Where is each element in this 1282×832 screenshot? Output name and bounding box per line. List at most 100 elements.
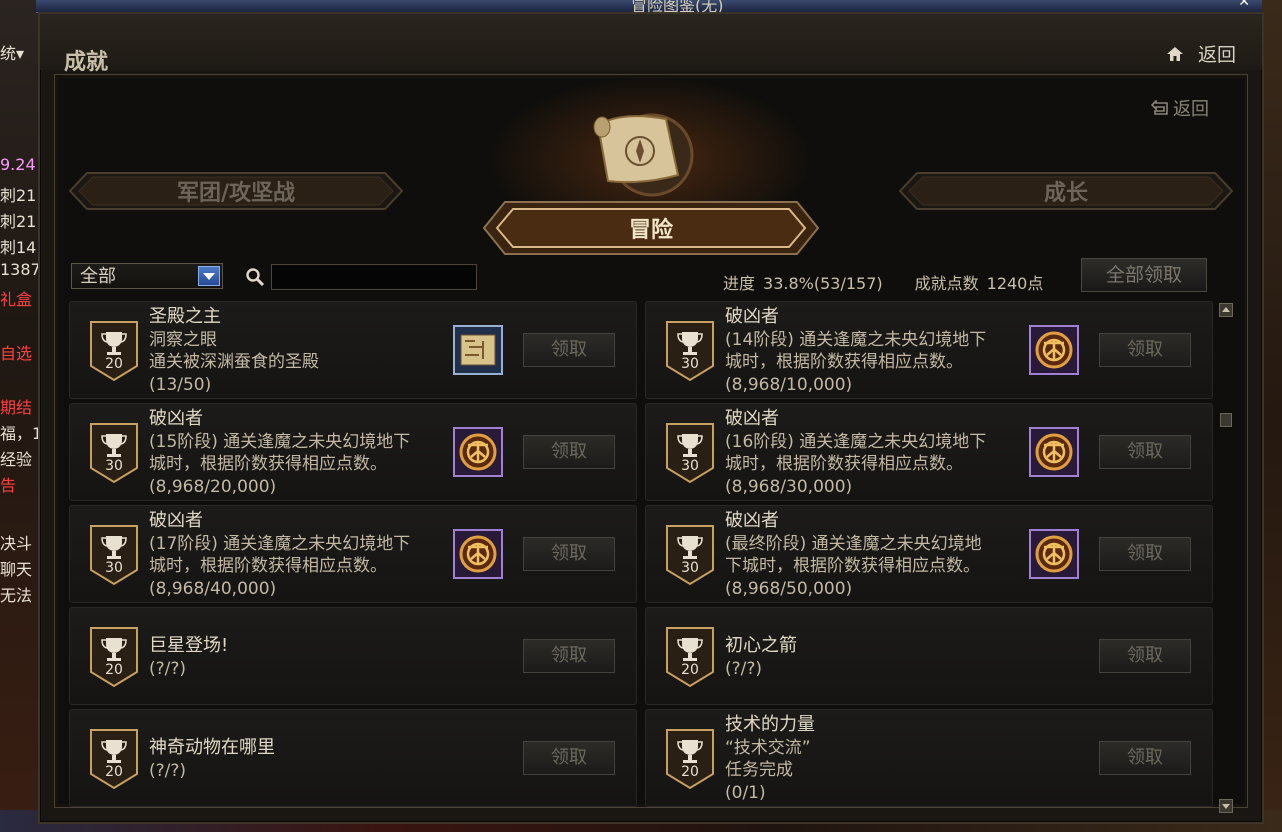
page-title: 成就 [64,49,109,75]
hud-text: 无法 [0,586,33,605]
emblem-icon[interactable] [1029,529,1079,579]
scroll-thumb[interactable] [1220,413,1232,427]
points-value: 20 [681,662,699,678]
trophy-badge: 20 [665,626,715,688]
trophy-badge: 30 [665,320,715,382]
hud-text: 9.24 [0,155,36,174]
trophy-badge: 20 [89,626,139,688]
achievement-title: 神奇动物在哪里 [149,737,275,758]
achievement-title: 破凶者 [149,510,203,531]
trophy-icon [90,321,138,382]
close-icon[interactable]: ✕ [1238,0,1250,10]
chevron-down-icon[interactable] [198,266,220,286]
trophy-icon [666,627,714,688]
achievement-title: 破凶者 [149,408,203,429]
tab-growth[interactable]: 成长 [899,172,1233,210]
hud-text: 期结 [0,398,33,417]
achievement-text: 初心之箭 (?/?) [725,635,1025,680]
home-back-button[interactable]: 返回 [1166,40,1236,67]
tab-adventure[interactable]: 冒险 [483,201,819,255]
achievement-description: (13/50) [149,374,212,395]
points-label: 成就点数 [914,274,979,293]
achievement-card: 30 破凶者 (14阶段) 通关逢魔之未央幻境地下 城时，根据阶数获得相应点数。 (8,… [645,301,1213,399]
claim-all-button[interactable]: 全部领取 [1081,258,1207,292]
claim-button[interactable]: 领取 [523,435,615,469]
tab-legion-siege[interactable]: 军团/攻坚战 [69,172,403,210]
emblem-icon[interactable] [1029,427,1079,477]
map-icon[interactable] [453,325,503,375]
emblem-icon[interactable] [453,529,503,579]
achievement-card: 20 神奇动物在哪里 (?/?) 领取 [69,709,637,807]
achievement-window: 成就 返回 返回 军团/攻坚战 冒险 成长 全部 进度 33.8%(53/157… [38,12,1264,824]
achievement-description: (14阶段) 通关逢魔之未央幻境地下 [725,329,987,350]
hud-text: 福，1 [0,424,42,443]
achievement-description: (8,968/10,000) [725,374,853,395]
achievement-text: 破凶者 (最终阶段) 通关逢魔之未央幻境地 下城时，根据阶数获得相应点数。 (8,96… [725,510,1025,600]
scroll-compass-icon [593,113,694,197]
search-icon [246,268,265,287]
hud-text: 决斗 [0,534,33,553]
progress-value: 33.8%(53/157) [763,274,883,293]
achievement-title: 破凶者 [725,306,779,327]
scroll-down-icon[interactable] [1219,799,1233,813]
achievement-description: (16阶段) 通关逢魔之未央幻境地下 [725,431,987,452]
achievement-description: (8,968/40,000) [149,578,277,599]
emblem-icon[interactable] [453,427,503,477]
points-value: 30 [681,458,699,474]
achievement-title: 巨星登场! [149,635,229,656]
achievement-text: 破凶者 (15阶段) 通关逢魔之未央幻境地下 城时，根据阶数获得相应点数。 (8,96… [149,408,449,498]
hud-text: 经验 [0,450,33,469]
claim-button[interactable]: 领取 [1099,537,1191,571]
claim-button[interactable]: 领取 [1099,435,1191,469]
claim-button[interactable]: 领取 [523,741,615,775]
trophy-icon [666,321,714,382]
claim-button[interactable]: 领取 [523,639,615,673]
filter-value: 全部 [80,266,116,287]
points-value: 30 [681,560,699,576]
claim-button[interactable]: 领取 [523,537,615,571]
achievement-text: 技术的力量 “技术交流” 任务完成 (0/1) [725,714,1025,804]
home-icon [1166,46,1183,61]
achievement-description: 城时，根据阶数获得相应点数。 [725,454,963,474]
trophy-icon [666,423,714,484]
points-value: 20 [681,764,699,780]
hud-text: 统▾ [0,44,25,63]
achievement-card: 20 巨星登场! (?/?) 领取 [69,607,637,705]
trophy-badge: 30 [89,422,139,484]
trophy-badge: 30 [665,422,715,484]
back-label: 返回 [1197,44,1236,66]
points-value: 30 [105,458,123,474]
points-value: 20 [105,356,123,372]
achievement-description: (8,968/30,000) [725,476,853,497]
claim-button[interactable]: 领取 [1099,741,1191,775]
panel-back-label: 返回 [1173,99,1209,120]
trophy-badge: 20 [665,728,715,790]
hud-text: 告 [0,476,17,495]
category-filter-select[interactable]: 全部 [71,263,223,289]
progress-info: 进度 33.8%(53/157) 成就点数 1240点 [723,270,1043,294]
progress-label: 进度 [723,274,756,293]
trophy-badge: 20 [89,728,139,790]
achievement-description: 任务完成 [725,760,793,780]
emblem-icon[interactable] [1029,325,1079,375]
achievement-card: 20 初心之箭 (?/?) 领取 [645,607,1213,705]
achievement-text: 神奇动物在哪里 (?/?) [149,737,449,782]
list-scrollbar[interactable] [1219,303,1233,813]
claim-button[interactable]: 领取 [1099,333,1191,367]
left-hud: 统▾ 9.24 刺21 刺21 刺14 1387 礼盒 自选 期结 福，1 经验告决斗 聊天 无法 [0,0,42,832]
trophy-badge: 30 [89,524,139,586]
achievement-text: 圣殿之主 洞察之眼 通关被深渊蚕食的圣殿 (13/50) [149,306,449,396]
panel-back-button[interactable]: 返回 [1151,95,1209,121]
achievement-title: 初心之箭 [725,635,797,656]
achievement-card: 30 破凶者 (15阶段) 通关逢魔之未央幻境地下 城时，根据阶数获得相应点数。 (8,… [69,403,637,501]
achievement-description: (0/1) [725,782,766,803]
claim-button[interactable]: 领取 [523,333,615,367]
achievement-title: 破凶者 [725,510,779,531]
achievement-description: 洞察之眼 [149,329,217,350]
search-input[interactable] [271,264,477,290]
trophy-icon [90,525,138,586]
scroll-up-icon[interactable] [1219,303,1233,317]
achievement-description: 城时，根据阶数获得相应点数。 [725,352,963,372]
achievement-description: 城时，根据阶数获得相应点数。 [149,454,387,474]
claim-button[interactable]: 领取 [1099,639,1191,673]
